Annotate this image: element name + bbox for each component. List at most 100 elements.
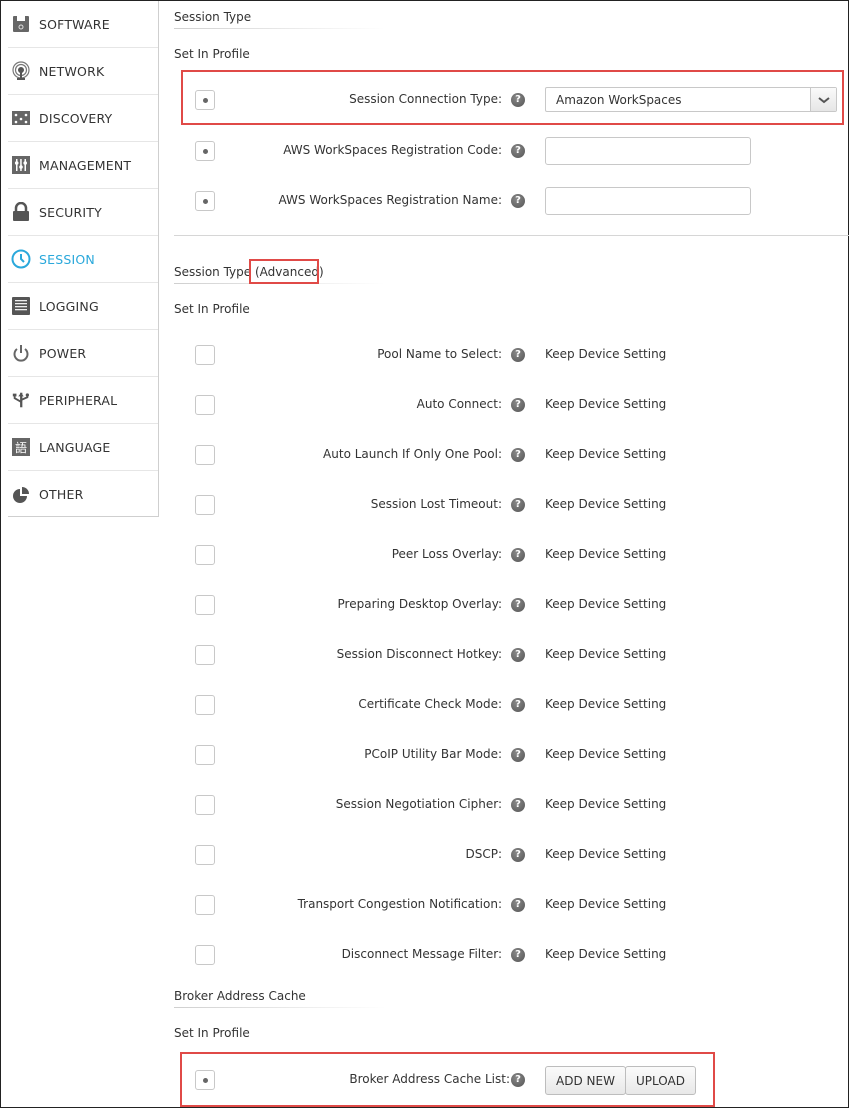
set-in-profile-checkbox[interactable]	[195, 845, 215, 865]
help-icon[interactable]: ?	[511, 798, 525, 812]
session-connection-type-select[interactable]: Amazon WorkSpaces	[545, 87, 837, 112]
select-value: Amazon WorkSpaces	[556, 93, 682, 107]
field-value: Keep Device Setting	[545, 497, 667, 511]
field-value: Keep Device Setting	[545, 347, 667, 361]
sidebar-item-power[interactable]: POWER	[8, 330, 158, 377]
help-icon[interactable]: ?	[511, 698, 525, 712]
help-icon[interactable]: ?	[511, 144, 525, 158]
set-in-profile-checkbox[interactable]	[195, 90, 215, 110]
sidebar-item-logging[interactable]: LOGGING	[8, 283, 158, 330]
set-in-profile-checkbox[interactable]	[195, 745, 215, 765]
sidebar-item-security[interactable]: SECURITY	[8, 189, 158, 236]
help-icon[interactable]: ?	[511, 1073, 525, 1087]
advanced-setting-row: Disconnect Message Filter:? Keep Device S…	[174, 940, 844, 970]
power-icon	[11, 343, 31, 363]
help-icon[interactable]: ?	[511, 648, 525, 662]
sidebar-item-label: SESSION	[39, 251, 95, 267]
set-in-profile-checkbox[interactable]	[195, 695, 215, 715]
field-label: Peer Loss Overlay:	[391, 547, 502, 561]
language-char-icon: 語	[11, 437, 31, 457]
sidebar-item-label: LOGGING	[39, 298, 99, 314]
sidebar-item-label: DISCOVERY	[39, 110, 113, 126]
set-in-profile-checkbox[interactable]	[195, 495, 215, 515]
field-label: Pool Name to Select:	[377, 347, 502, 361]
sidebar-item-language[interactable]: 語 LANGUAGE	[8, 424, 158, 471]
pie-chart-icon	[11, 485, 31, 505]
advanced-setting-row: Peer Loss Overlay:? Keep Device Setting	[174, 540, 844, 570]
field-label: Session Negotiation Cipher:	[335, 797, 502, 811]
set-in-profile-checkbox[interactable]	[195, 795, 215, 815]
field-value: Keep Device Setting	[545, 397, 667, 411]
set-in-profile-checkbox[interactable]	[195, 445, 215, 465]
sidebar-item-label: SOFTWARE	[39, 16, 110, 32]
set-in-profile-checkbox[interactable]	[195, 645, 215, 665]
sidebar-item-session[interactable]: SESSION	[8, 236, 158, 283]
chevron-down-icon[interactable]	[810, 88, 836, 111]
sidebar-item-software[interactable]: SOFTWARE	[8, 1, 158, 48]
set-in-profile-checkbox[interactable]	[195, 395, 215, 415]
field-label: Transport Congestion Notification:	[297, 897, 502, 911]
section-divider	[174, 235, 849, 236]
field-label: Broker Address Cache List:	[349, 1072, 510, 1086]
help-icon[interactable]: ?	[511, 398, 525, 412]
advanced-setting-row: Session Negotiation Cipher:? Keep Device …	[174, 790, 844, 820]
help-icon[interactable]: ?	[511, 598, 525, 612]
sidebar-item-other[interactable]: OTHER	[8, 471, 158, 518]
help-icon[interactable]: ?	[511, 898, 525, 912]
help-icon[interactable]: ?	[511, 448, 525, 462]
help-icon[interactable]: ?	[511, 848, 525, 862]
help-icon[interactable]: ?	[511, 498, 525, 512]
svg-text:語: 語	[15, 440, 27, 455]
add-new-button[interactable]: ADD NEW	[545, 1066, 626, 1095]
sidebar-item-management[interactable]: MANAGEMENT	[8, 142, 158, 189]
field-value: Keep Device Setting	[545, 797, 667, 811]
aws-registration-code-input[interactable]	[545, 137, 751, 165]
sidebar-item-discovery[interactable]: DISCOVERY	[8, 95, 158, 142]
set-in-profile-checkbox[interactable]	[195, 345, 215, 365]
field-label: Session Disconnect Hotkey:	[336, 647, 502, 661]
help-icon[interactable]: ?	[511, 748, 525, 762]
log-list-icon	[11, 296, 31, 316]
field-value: Keep Device Setting	[545, 547, 667, 561]
field-label: PCoIP Utility Bar Mode:	[364, 747, 502, 761]
help-icon[interactable]: ?	[511, 548, 525, 562]
sidebar-item-network[interactable]: NETWORK	[8, 48, 158, 95]
antenna-icon	[11, 61, 31, 81]
broker-address-cache-row: Broker Address Cache List: ? ADD NEW UPL…	[174, 1065, 844, 1095]
upload-button[interactable]: UPLOAD	[625, 1066, 696, 1095]
sidebar-item-label: SECURITY	[39, 204, 102, 220]
sidebar-item-peripheral[interactable]: PERIPHERAL	[8, 377, 158, 424]
set-in-profile-checkbox[interactable]	[195, 1070, 215, 1090]
settings-sidebar: SOFTWARE NETWORK DISCOVERY MANAGEMENT SE…	[8, 1, 159, 517]
set-in-profile-checkbox[interactable]	[195, 545, 215, 565]
set-in-profile-checkbox[interactable]	[195, 945, 215, 965]
field-value: Keep Device Setting	[545, 597, 667, 611]
field-value: Keep Device Setting	[545, 897, 667, 911]
field-label: Auto Launch If Only One Pool:	[323, 447, 502, 461]
set-in-profile-checkbox[interactable]	[195, 191, 215, 211]
field-value: Keep Device Setting	[545, 747, 667, 761]
field-label: AWS WorkSpaces Registration Name:	[278, 193, 503, 207]
set-in-profile-label: Set In Profile	[174, 1026, 250, 1040]
section-title-session-type-advanced: Session Type (Advanced)	[174, 265, 384, 284]
aws-registration-name-input[interactable]	[545, 187, 751, 215]
field-value: Keep Device Setting	[545, 847, 667, 861]
section-title-session-type: Session Type	[174, 10, 384, 29]
help-icon[interactable]: ?	[511, 194, 525, 208]
set-in-profile-label: Set In Profile	[174, 47, 250, 61]
clock-icon	[11, 249, 31, 269]
field-label: Preparing Desktop Overlay:	[337, 597, 502, 611]
field-value: Keep Device Setting	[545, 447, 667, 461]
set-in-profile-checkbox[interactable]	[195, 595, 215, 615]
help-icon[interactable]: ?	[511, 948, 525, 962]
set-in-profile-checkbox[interactable]	[195, 895, 215, 915]
field-value: Keep Device Setting	[545, 647, 667, 661]
field-label: Session Connection Type:	[349, 92, 502, 106]
help-icon[interactable]: ?	[511, 348, 525, 362]
sidebar-item-label: NETWORK	[39, 63, 105, 79]
sidebar-item-label: LANGUAGE	[39, 439, 111, 455]
sidebar-item-label: POWER	[39, 345, 87, 361]
advanced-setting-row: Certificate Check Mode:? Keep Device Sett…	[174, 690, 844, 720]
help-icon[interactable]: ?	[511, 93, 525, 107]
set-in-profile-checkbox[interactable]	[195, 141, 215, 161]
